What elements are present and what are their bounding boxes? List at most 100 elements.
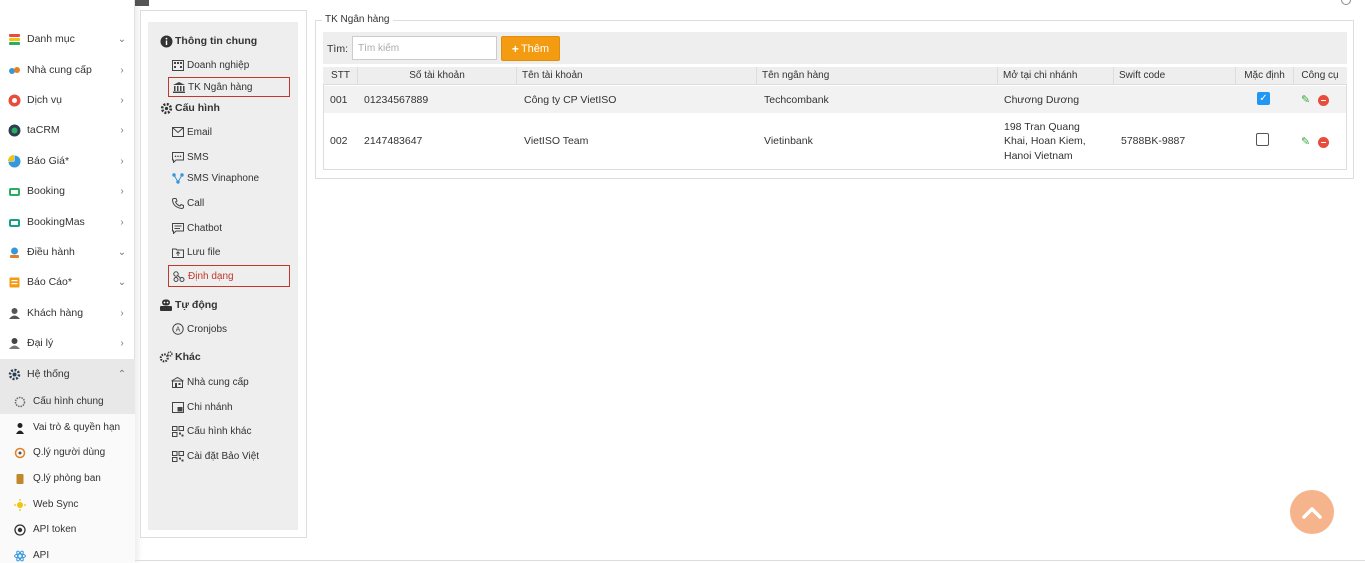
sidebar-subitem-label: Q.lý phòng ban bbox=[33, 473, 101, 484]
role-icon bbox=[14, 422, 26, 434]
config-section-title: Tự động bbox=[175, 299, 218, 311]
sidebar-item-bookingmas[interactable]: BookingMas › bbox=[0, 207, 135, 237]
sidebar-item-khach-hang[interactable]: Khách hàng › bbox=[0, 298, 135, 328]
config-item-tk-ngan-hang[interactable]: TK Ngân hàng bbox=[168, 77, 290, 97]
supplier-icon bbox=[8, 64, 21, 77]
chevron-down-icon: ⌄ bbox=[117, 246, 127, 258]
cell-account-name: Công ty CP VietISO bbox=[524, 94, 617, 106]
column-header-mac-dinh[interactable]: Mặc định bbox=[1236, 67, 1294, 85]
sidebar-subitem-qly-nguoi-dung[interactable]: Q.lý người dùng bbox=[0, 440, 135, 465]
config-item-label: Cài đặt Bảo Việt bbox=[187, 450, 260, 462]
config-item-nha-cung-cap[interactable]: Nhà cung cấp bbox=[171, 376, 249, 388]
config-item-doanh-nghiep[interactable]: Doanh nghiệp bbox=[171, 59, 249, 71]
chevron-right-icon: › bbox=[120, 94, 124, 106]
sidebar-item-bao-gia[interactable]: Báo Giá* › bbox=[0, 146, 135, 176]
edit-icon[interactable]: ✎ bbox=[1301, 136, 1313, 148]
config-item-label: Cronjobs bbox=[187, 323, 228, 335]
column-header-cong-cu[interactable]: Công cụ bbox=[1294, 67, 1346, 85]
config-section-tu-dong: Tự động bbox=[159, 298, 218, 312]
config-item-sms-vinaphone[interactable]: SMS Vinaphone bbox=[171, 172, 259, 184]
sidebar-item-booking[interactable]: Booking › bbox=[0, 176, 135, 206]
sidebar-item-label: taCRM bbox=[27, 124, 60, 136]
sidebar-item-danh-muc[interactable]: Danh mục ⌄ bbox=[0, 24, 135, 54]
sidebar-item-dai-ly[interactable]: Đại lý › bbox=[0, 328, 135, 358]
sidebar-subitem-api[interactable]: API bbox=[0, 543, 135, 563]
agent-icon bbox=[8, 337, 21, 350]
scroll-top-button[interactable] bbox=[1290, 490, 1334, 534]
config-item-dinh-dang[interactable]: Định dạng bbox=[168, 265, 290, 287]
sidebar-item-label: Báo Giá* bbox=[27, 155, 70, 167]
column-header-swift-code[interactable]: Swift code bbox=[1114, 67, 1236, 85]
table-row bbox=[324, 86, 1346, 113]
help-icon[interactable] bbox=[1341, 0, 1351, 5]
sidebar-subitem-label: Cấu hình chung bbox=[33, 396, 104, 407]
edit-icon[interactable]: ✎ bbox=[1301, 94, 1313, 106]
chevron-right-icon: › bbox=[120, 64, 124, 76]
config-section-cau-hinh: Cấu hình bbox=[159, 101, 220, 115]
format-icon bbox=[172, 270, 185, 282]
config-item-cai-dat-bao-viet[interactable]: Cài đặt Bảo Việt bbox=[171, 450, 259, 462]
quote-icon bbox=[8, 154, 21, 168]
chevron-right-icon: › bbox=[120, 337, 124, 349]
sidebar-subitem-api-token[interactable]: API token bbox=[0, 517, 135, 542]
sms-icon bbox=[171, 151, 184, 163]
gear-icon bbox=[8, 368, 21, 381]
config-item-chi-nhanh[interactable]: Chi nhánh bbox=[171, 401, 233, 413]
sidebar-subitem-vai-tro[interactable]: Vai trò & quyền hạn bbox=[0, 415, 135, 440]
config-item-sms[interactable]: SMS bbox=[171, 151, 209, 163]
config-section-title: Cấu hình bbox=[175, 102, 220, 114]
sidebar-item-dich-vu[interactable]: Dịch vụ › bbox=[0, 85, 135, 115]
service-icon bbox=[8, 94, 21, 107]
column-header-ten-tai-khoan[interactable]: Tên tài khoản bbox=[517, 67, 757, 85]
sidebar-subitem-qly-phong-ban[interactable]: Q.lý phòng ban bbox=[0, 466, 135, 491]
sidebar-item-nha-cung-cap[interactable]: Nhà cung cấp › bbox=[0, 55, 135, 85]
delete-icon[interactable] bbox=[1318, 95, 1329, 106]
chevron-down-icon: ⌄ bbox=[117, 33, 127, 45]
search-input[interactable] bbox=[352, 36, 497, 60]
chevron-up-icon: ⌃ bbox=[117, 368, 127, 380]
config-section-thong-tin-chung: Thông tin chung bbox=[159, 34, 257, 48]
cell-bank: Vietinbank bbox=[764, 135, 813, 147]
default-checkbox[interactable]: ✓ bbox=[1257, 92, 1270, 105]
email-icon bbox=[171, 126, 184, 138]
column-header-ten-ngan-hang[interactable]: Tên ngân hàng bbox=[757, 67, 998, 85]
config-item-cronjobs[interactable]: A Cronjobs bbox=[171, 323, 227, 335]
cell-bank: Techcombank bbox=[764, 94, 829, 106]
sidebar-item-bao-cao[interactable]: Báo Cáo* ⌄ bbox=[0, 267, 135, 297]
config-item-luu-file[interactable]: Lưu file bbox=[171, 246, 220, 258]
booking-mas-icon bbox=[8, 216, 21, 229]
sidebar-item-label: Khách hàng bbox=[27, 307, 84, 319]
cell-branch-line: Hanoi Vietnam bbox=[1004, 150, 1073, 162]
cell-branch-line: 198 Tran Quang bbox=[1004, 121, 1080, 133]
sidebar-item-label: BookingMas bbox=[27, 216, 85, 228]
grid-icon bbox=[171, 450, 184, 462]
sidebar-item-tacrm[interactable]: taCRM › bbox=[0, 115, 135, 145]
cron-icon: A bbox=[171, 323, 184, 335]
sidebar-item-he-thong[interactable]: Hệ thống ⌃ bbox=[0, 359, 135, 389]
config-item-label: SMS bbox=[187, 151, 209, 163]
cell-account-no: 01234567889 bbox=[364, 94, 429, 106]
column-header-stt[interactable]: STT bbox=[324, 67, 358, 85]
config-item-cau-hinh-khac[interactable]: Cấu hình khác bbox=[171, 425, 252, 437]
default-checkbox[interactable] bbox=[1256, 133, 1269, 146]
sidebar-subitem-cau-hinh-chung[interactable]: Cấu hình chung bbox=[0, 389, 135, 414]
config-item-chatbot[interactable]: Chatbot bbox=[171, 222, 222, 234]
sidebar-item-label: Dịch vụ bbox=[27, 94, 63, 106]
sidebar-item-label: Nhà cung cấp bbox=[27, 64, 92, 76]
config-item-email[interactable]: Email bbox=[171, 126, 212, 138]
crm-icon bbox=[8, 124, 21, 137]
cell-account-no: 2147483647 bbox=[364, 135, 423, 147]
add-button[interactable]: + Thêm bbox=[501, 36, 560, 61]
column-header-mo-tai-chi-nhanh[interactable]: Mở tại chi nhánh bbox=[998, 67, 1114, 85]
settings-icon bbox=[14, 396, 26, 408]
chevron-right-icon: › bbox=[120, 155, 124, 167]
config-item-call[interactable]: Call bbox=[171, 197, 204, 209]
store-icon bbox=[171, 376, 184, 388]
sidebar-item-label: Hệ thống bbox=[27, 368, 70, 380]
cell-stt: 001 bbox=[330, 94, 348, 106]
api-icon bbox=[14, 550, 26, 562]
sidebar-item-dieu-hanh[interactable]: Điều hành ⌄ bbox=[0, 237, 135, 267]
sidebar-subitem-web-sync[interactable]: Web Sync bbox=[0, 492, 135, 517]
delete-icon[interactable] bbox=[1318, 137, 1329, 148]
column-header-so-tai-khoan[interactable]: Số tài khoản bbox=[358, 67, 517, 85]
